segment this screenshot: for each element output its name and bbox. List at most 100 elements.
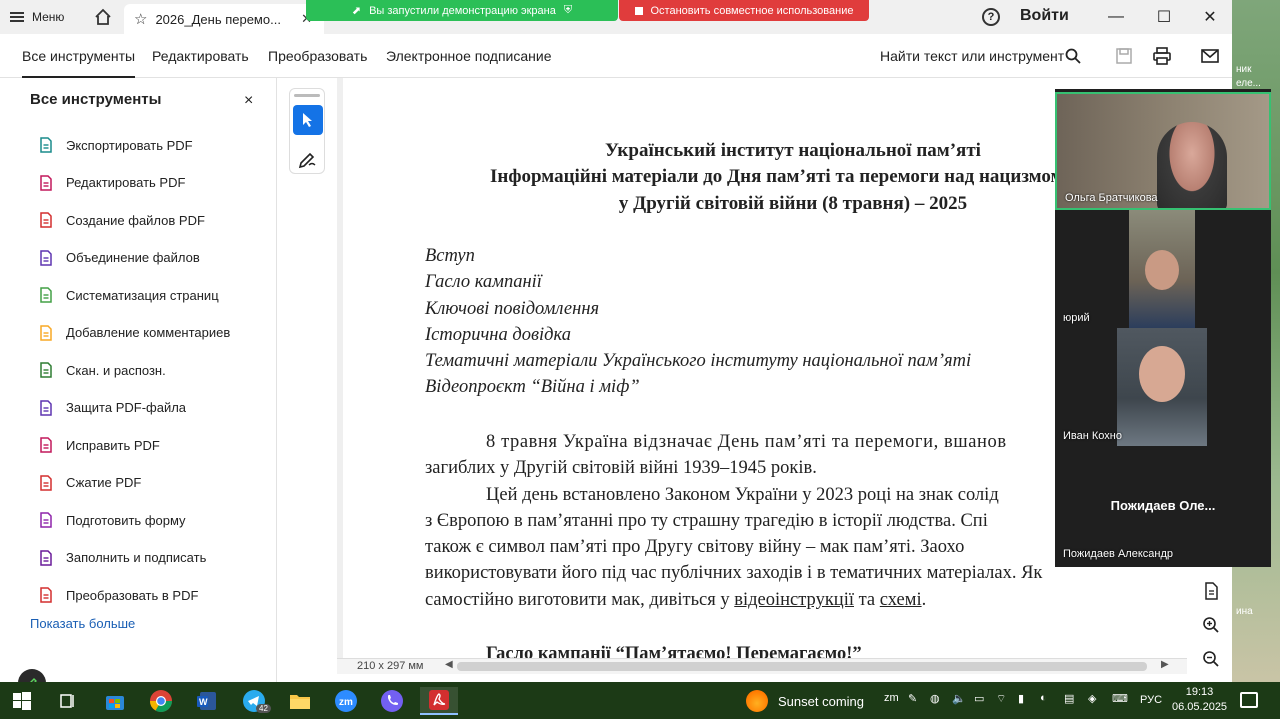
search-icon[interactable] xyxy=(1065,48,1081,64)
horizontal-scrollbar[interactable] xyxy=(457,662,1147,671)
video-instruction-link[interactable]: відеоінструкції xyxy=(734,590,854,610)
email-icon[interactable] xyxy=(1200,46,1220,66)
tool-item[interactable]: Исправить PDF xyxy=(38,434,160,456)
drag-handle[interactable] xyxy=(294,94,320,97)
zoom-app-icon[interactable]: zm xyxy=(332,687,360,715)
participant-tile[interactable]: Ольга Братчикова xyxy=(1055,92,1271,210)
battery-icon[interactable]: ▮ xyxy=(1018,692,1024,705)
zoom-in-icon[interactable] xyxy=(1202,616,1220,634)
paragraph-line: 8 травня Україна відзначає День пам’яті … xyxy=(486,432,1007,452)
save-icon[interactable] xyxy=(1114,46,1134,66)
zoom-out-icon[interactable] xyxy=(1202,650,1220,668)
system-clock[interactable]: 19:13 06.05.2025 xyxy=(1172,685,1227,715)
participant-tile[interactable]: юрий xyxy=(1055,210,1271,328)
toc-item[interactable]: Вступ xyxy=(425,246,475,267)
close-window-icon[interactable]: ✕ xyxy=(1192,5,1228,29)
paragraph-line: використовувати його під час публічних з… xyxy=(425,563,1043,583)
annotate-pen-icon[interactable] xyxy=(297,147,319,169)
word-icon[interactable]: W xyxy=(193,687,221,715)
toc-item[interactable]: Історична довідка xyxy=(425,325,571,346)
tool-item[interactable]: Сжатие PDF xyxy=(38,472,141,494)
telegram-icon[interactable]: 42 xyxy=(240,687,271,715)
tool-item[interactable]: Объединение файлов xyxy=(38,247,200,269)
toc-item[interactable]: Тематичні матеріали Українського інститу… xyxy=(425,351,971,372)
document-tab[interactable]: ☆ 2026_День перемо... ✕ xyxy=(124,4,324,34)
tool-label: Создание файлов PDF xyxy=(66,212,205,228)
tool-item[interactable]: Редактировать PDF xyxy=(38,172,185,194)
weather-widget[interactable]: Sunset coming xyxy=(746,690,864,712)
pen-tray-icon[interactable]: ✎ xyxy=(908,692,917,705)
tool-item[interactable]: Заполнить и подписать xyxy=(38,547,206,569)
zoom-tray-icon[interactable]: zm xyxy=(884,692,899,704)
doc-heading-line: Інформаційні матеріали до Дня пам’яті та… xyxy=(490,166,1064,187)
scroll-right-icon[interactable]: ▶ xyxy=(1161,659,1169,670)
participant-tile[interactable]: Иван Кохно xyxy=(1055,328,1271,446)
tool-label: Экспортировать PDF xyxy=(66,137,193,153)
tab-edit[interactable]: Редактировать xyxy=(152,48,249,64)
notifications-icon[interactable] xyxy=(1240,692,1258,708)
tool-item[interactable]: Создание файлов PDF xyxy=(38,209,205,231)
file-explorer-icon[interactable] xyxy=(286,687,314,715)
tool-icon xyxy=(40,174,52,191)
tool-item[interactable]: Систематизация страниц xyxy=(38,284,219,306)
paragraph-text: та xyxy=(854,590,880,610)
language-indicator[interactable]: РУС xyxy=(1140,694,1162,706)
task-view-icon[interactable] xyxy=(54,687,82,715)
acrobat-taskbar-icon[interactable] xyxy=(420,687,458,715)
paragraph-line: Цей день встановлено Законом України у 2… xyxy=(486,485,999,505)
participant-name: Иван Кохно xyxy=(1063,430,1122,442)
keyboard-tray-icon[interactable]: ⌨ xyxy=(1112,692,1128,705)
tool-label: Преобразовать в PDF xyxy=(66,587,199,603)
tab-esign[interactable]: Электронное подписание xyxy=(386,48,552,64)
minimize-icon[interactable]: — xyxy=(1098,5,1134,29)
stop-sharing-button[interactable]: Остановить совместное использование xyxy=(619,0,869,21)
volume-icon[interactable]: 🔈 xyxy=(952,692,966,705)
toc-item[interactable]: Ключові повідомлення xyxy=(425,299,599,320)
scroll-left-icon[interactable]: ◀ xyxy=(445,659,453,670)
tool-item[interactable]: Скан. и распозн. xyxy=(38,359,166,381)
store-icon[interactable] xyxy=(101,687,129,715)
tool-item[interactable]: Защита PDF-файла xyxy=(38,397,186,419)
toc-item[interactable]: Відеопроєкт “Війна і міф” xyxy=(425,377,640,398)
select-tool-button[interactable] xyxy=(293,105,323,135)
tool-item[interactable]: Преобразовать в PDF xyxy=(38,584,198,606)
star-icon[interactable]: ☆ xyxy=(134,10,147,28)
desktop-icon-label: еле... xyxy=(1236,78,1261,89)
signal-tray-icon[interactable]: ▤ xyxy=(1064,692,1074,705)
print-icon[interactable] xyxy=(1152,46,1172,66)
viber-icon[interactable] xyxy=(378,687,406,715)
wifi-icon[interactable]: ⌔ xyxy=(996,692,1006,706)
signin-button[interactable]: Войти xyxy=(1020,7,1069,25)
windows-start-icon[interactable] xyxy=(8,687,36,715)
maximize-icon[interactable]: ☐ xyxy=(1146,5,1182,29)
menu-button[interactable]: Меню xyxy=(10,5,64,29)
tool-item[interactable]: Подготовить форму xyxy=(38,509,186,531)
tab-all-tools[interactable]: Все инструменты xyxy=(22,48,136,78)
tool-item[interactable]: Экспортировать PDF xyxy=(38,134,193,156)
tool-icon xyxy=(40,287,52,303)
scheme-link[interactable]: схемі xyxy=(880,590,922,610)
chrome-icon[interactable] xyxy=(147,687,175,715)
tool-item[interactable]: Добавление комментариев xyxy=(38,322,230,344)
quick-tools-strip xyxy=(289,88,325,174)
tab-convert[interactable]: Преобразовать xyxy=(268,48,367,64)
clock-time: 19:13 xyxy=(1185,686,1214,698)
network-tray-icon[interactable]: ◍ xyxy=(930,692,940,705)
show-more-link[interactable]: Показать больше xyxy=(30,616,135,631)
panel-title: Все инструменты xyxy=(30,91,162,108)
close-panel-icon[interactable]: × xyxy=(244,92,253,110)
video-conference-panel[interactable]: Ольга Братчикова юрий Иван Кохно Пожидае… xyxy=(1055,89,1271,567)
display-tray-icon[interactable]: ▭ xyxy=(974,692,984,705)
hamburger-icon xyxy=(10,12,24,22)
stop-icon xyxy=(634,6,643,15)
paragraph-text: самостійно виготовити мак, дивіться у xyxy=(425,590,735,610)
toc-item[interactable]: Гасло кампанії xyxy=(425,272,542,293)
tool-label: Заполнить и подписать xyxy=(66,550,207,565)
page-thumbnail-icon[interactable] xyxy=(1202,582,1220,600)
search-tools-label[interactable]: Найти текст или инструмент xyxy=(880,48,1064,64)
app-tray-icon[interactable]: ◐ xyxy=(1040,692,1047,704)
help-icon[interactable]: ? xyxy=(982,8,1000,26)
home-icon[interactable] xyxy=(94,8,112,26)
nvidia-tray-icon[interactable]: ◈ xyxy=(1088,692,1096,705)
participant-tile[interactable]: Пожидаев Оле... Пожидаев Александр xyxy=(1055,446,1271,564)
